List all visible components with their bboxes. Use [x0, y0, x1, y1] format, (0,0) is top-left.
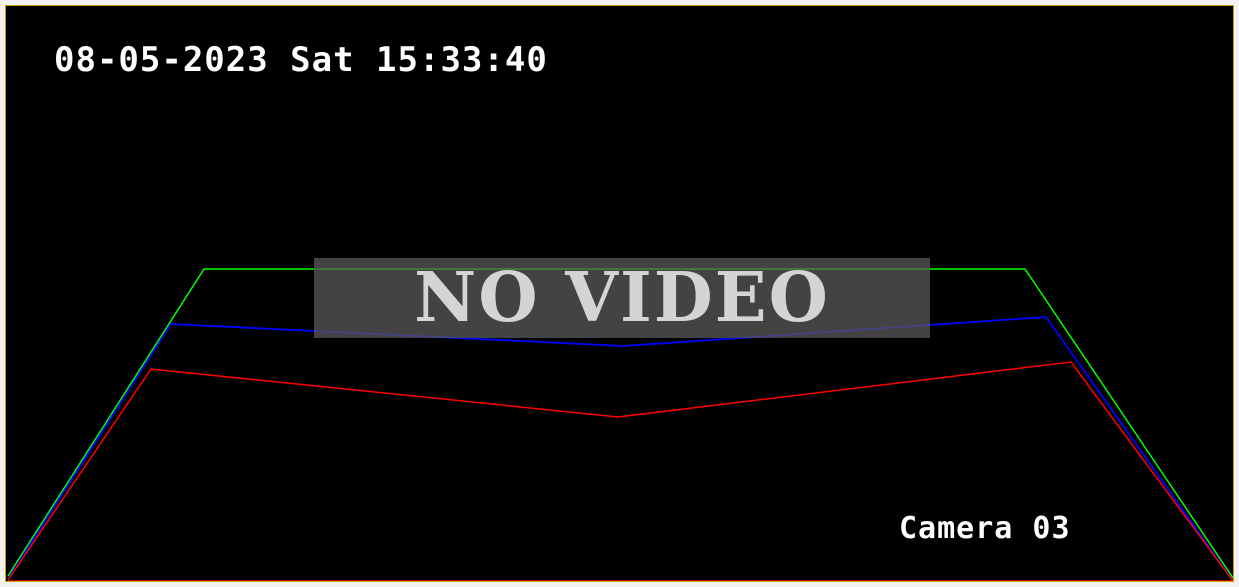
camera-name-label: Camera 03 [899, 511, 1071, 546]
guide-line-red [7, 361, 1233, 581]
video-feed-frame: NO VIDEO 08-05-2023 Sat 15:33:40 Camera … [5, 5, 1234, 582]
timestamp-overlay: 08-05-2023 Sat 15:33:40 [54, 40, 548, 80]
no-video-banner: NO VIDEO [314, 258, 930, 338]
